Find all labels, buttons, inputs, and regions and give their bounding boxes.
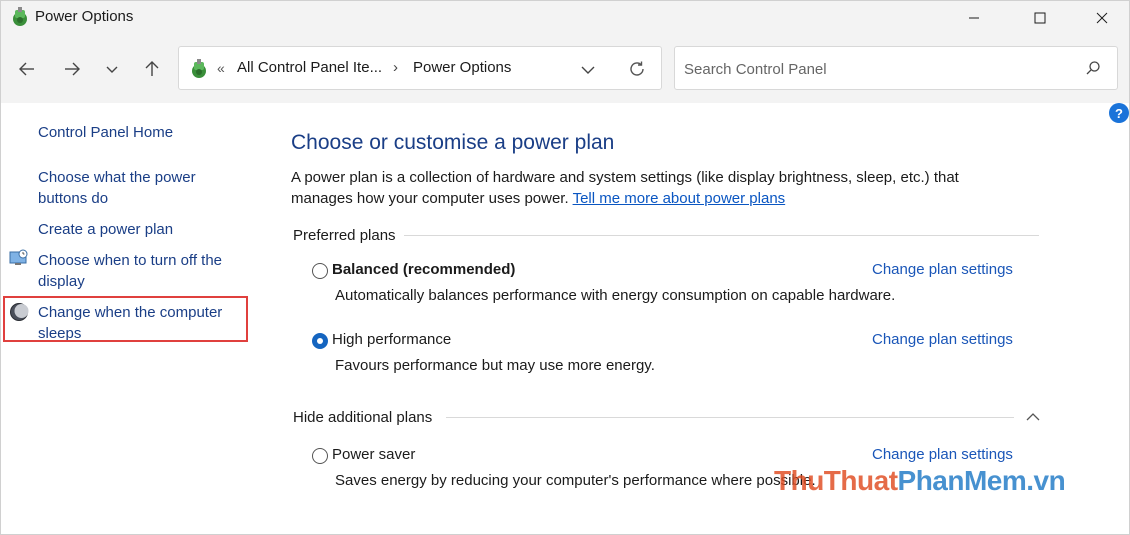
arrow-right-icon xyxy=(65,62,80,76)
change-plan-settings-balanced[interactable]: Change plan settings xyxy=(872,261,1013,278)
search-box[interactable] xyxy=(674,46,1118,90)
section-divider xyxy=(401,235,1039,236)
search-input[interactable] xyxy=(684,58,1064,80)
chevron-down-icon[interactable] xyxy=(579,61,597,79)
sidebar-item-control-panel-home[interactable]: Control Panel Home xyxy=(38,122,173,143)
learn-more-link[interactable]: Tell me more about power plans xyxy=(573,190,786,207)
refresh-icon[interactable] xyxy=(627,59,647,79)
title-bar: Power Options xyxy=(1,1,1129,35)
breadcrumb-control-panel-items[interactable]: All Control Panel Ite... xyxy=(237,59,382,76)
arrow-up-icon xyxy=(145,61,159,76)
power-options-app-icon xyxy=(13,7,27,26)
window-title: Power Options xyxy=(35,8,134,25)
radio-high-performance[interactable] xyxy=(312,333,328,349)
watermark-logo: ThuThuatPhanMem.vn xyxy=(774,465,1066,497)
radio-power-saver[interactable] xyxy=(312,448,328,464)
power-options-location-icon xyxy=(192,59,206,78)
plan-description-power-saver: Saves energy by reducing your computer's… xyxy=(335,472,816,489)
highlight-annotation-box xyxy=(3,296,248,342)
close-icon xyxy=(1096,12,1108,24)
watermark-part-3: .vn xyxy=(1026,465,1066,496)
search-icon[interactable] xyxy=(1085,60,1101,76)
minimize-button[interactable] xyxy=(951,1,997,35)
plan-description-high-performance: Favours performance but may use more ene… xyxy=(335,357,655,374)
chevron-up-icon[interactable] xyxy=(1025,409,1041,425)
section-divider xyxy=(446,417,1014,418)
minimize-icon xyxy=(969,17,979,19)
forward-button[interactable] xyxy=(60,57,84,81)
preferred-plans-heading: Preferred plans xyxy=(293,227,404,244)
page-title: Choose or customise a power plan xyxy=(291,131,615,154)
maximize-icon xyxy=(1034,12,1046,24)
hide-additional-plans-heading[interactable]: Hide additional plans xyxy=(293,409,441,426)
chevron-down-icon xyxy=(106,66,118,73)
arrow-left-icon xyxy=(19,62,34,76)
watermark-part-2: PhanMem xyxy=(897,465,1027,496)
monitor-clock-icon xyxy=(9,249,28,265)
watermark-part-1: ThuThuat xyxy=(774,465,898,496)
recent-locations-button[interactable] xyxy=(100,57,124,81)
plan-description-balanced: Automatically balances performance with … xyxy=(335,287,896,304)
navigation-bar: « All Control Panel Ite... › Power Optio… xyxy=(1,35,1129,103)
sidebar-item-create-power-plan[interactable]: Create a power plan xyxy=(38,219,173,240)
close-button[interactable] xyxy=(1079,1,1125,35)
plan-name-power-saver[interactable]: Power saver xyxy=(332,446,415,463)
up-button[interactable] xyxy=(140,57,164,81)
sidebar-item-power-buttons[interactable]: Choose what the power buttons do xyxy=(38,167,238,209)
address-bar[interactable]: « All Control Panel Ite... › Power Optio… xyxy=(178,46,662,90)
change-plan-settings-power-saver[interactable]: Change plan settings xyxy=(872,446,1013,463)
back-button[interactable] xyxy=(15,57,39,81)
sidebar-item-turn-off-display[interactable]: Choose when to turn off the display xyxy=(38,250,243,292)
maximize-button[interactable] xyxy=(1017,1,1063,35)
help-icon[interactable]: ? xyxy=(1109,103,1129,123)
change-plan-settings-high-performance[interactable]: Change plan settings xyxy=(872,331,1013,348)
plan-name-high-performance[interactable]: High performance xyxy=(332,331,451,348)
page-description: A power plan is a collection of hardware… xyxy=(291,167,1011,209)
plan-name-balanced[interactable]: Balanced (recommended) xyxy=(332,261,515,278)
power-options-window: Power Options « All Control Panel Ite...… xyxy=(0,0,1130,535)
address-overflow-button[interactable]: « xyxy=(217,60,225,76)
breadcrumb-power-options[interactable]: Power Options xyxy=(413,59,511,76)
breadcrumb-separator[interactable]: › xyxy=(393,59,398,76)
radio-balanced[interactable] xyxy=(312,263,328,279)
